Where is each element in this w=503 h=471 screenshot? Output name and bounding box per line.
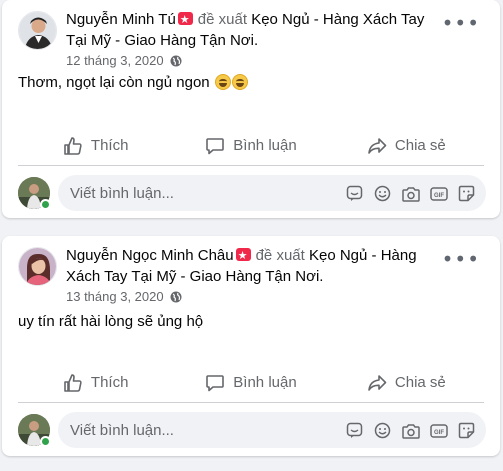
online-status-indicator [40,199,51,210]
post-card: Nguyễn Minh Túđề xuất Kẹo Ngủ - Hàng Xác… [2,0,500,218]
comment-tools: GIF [345,421,476,440]
share-label: Chia sẻ [394,137,446,154]
like-label: Thích [90,137,129,154]
share-icon [368,374,387,391]
thumbs-up-icon [64,136,82,155]
share-label: Chia sẻ [394,374,446,391]
comment-input[interactable] [70,412,330,448]
gif-icon[interactable]: GIF [429,184,448,203]
comment-label: Bình luận [233,374,297,391]
thumbs-up-icon [64,373,82,392]
emoji-icon[interactable] [373,421,392,440]
sticker-comment-icon[interactable] [345,184,364,203]
globe-icon [170,55,182,67]
share-icon [368,137,387,154]
camera-icon[interactable] [401,184,420,203]
comment-icon [206,137,225,154]
sticker-comment-icon[interactable] [345,421,364,440]
gif-icon[interactable]: GIF [429,421,448,440]
comment-input-box[interactable]: GIF [58,412,486,448]
author-avatar[interactable] [18,11,57,50]
comment-composer: GIF [18,175,486,211]
post-actions: Thích Bình luận Chia sẻ [18,126,484,166]
post-card: Nguyễn Ngọc Minh Châuđề xuất Kẹo Ngủ - H… [2,236,500,456]
post-body: uy tín rất hài lòng sẽ ủng hộ [18,312,203,332]
post-body: Thơm, ngọt lại còn ngủ ngon [18,73,248,93]
comment-icon [206,374,225,391]
like-button[interactable]: Thích [18,126,173,165]
post-date[interactable]: 12 tháng 3, 2020 [66,53,164,68]
post-body-text: uy tín rất hài lòng sẽ ủng hộ [18,313,204,330]
author-name[interactable]: Nguyễn Ngọc Minh Châu [66,247,234,264]
comment-label: Bình luận [233,137,297,154]
svg-text:GIF: GIF [434,193,444,199]
grinning-face-emoji [214,74,231,90]
grinning-face-emoji [231,74,248,90]
comment-input[interactable] [70,175,330,211]
share-button[interactable]: Chia sẻ [329,126,484,165]
post-meta: 13 tháng 3, 2020 [66,288,446,305]
action-verb: đề xuất [255,247,305,264]
post-date[interactable]: 13 tháng 3, 2020 [66,289,164,304]
svg-text:GIF: GIF [434,430,444,436]
author-name[interactable]: Nguyễn Minh Tú [66,11,176,28]
camera-icon[interactable] [401,421,420,440]
post-header: Nguyễn Ngọc Minh Châuđề xuất Kẹo Ngủ - H… [66,245,446,305]
post-body-text: Thơm, ngọt lại còn ngủ ngon [18,74,210,91]
author-avatar[interactable] [18,247,57,286]
like-label: Thích [90,374,129,391]
comment-button[interactable]: Bình luận [173,126,328,165]
recommendation-star-icon [235,245,251,266]
emoji-icon[interactable] [373,184,392,203]
like-button[interactable]: Thích [18,363,173,402]
share-button[interactable]: Chia sẻ [329,363,484,402]
globe-icon [170,291,182,303]
comment-tools: GIF [345,184,476,203]
post-header: Nguyễn Minh Túđề xuất Kẹo Ngủ - Hàng Xác… [66,9,446,69]
action-verb: đề xuất [197,11,248,28]
post-meta: 12 tháng 3, 2020 [66,52,446,69]
sticker-icon[interactable] [457,421,476,440]
more-options-icon[interactable]: ••• [442,249,480,269]
online-status-indicator [40,436,51,447]
more-options-icon[interactable]: ••• [442,13,480,33]
comment-composer: GIF [18,412,486,448]
comment-button[interactable]: Bình luận [173,363,328,402]
recommendation-star-icon [177,9,193,30]
sticker-icon[interactable] [457,184,476,203]
comment-input-box[interactable]: GIF [58,175,486,211]
post-actions: Thích Bình luận Chia sẻ [18,363,484,403]
